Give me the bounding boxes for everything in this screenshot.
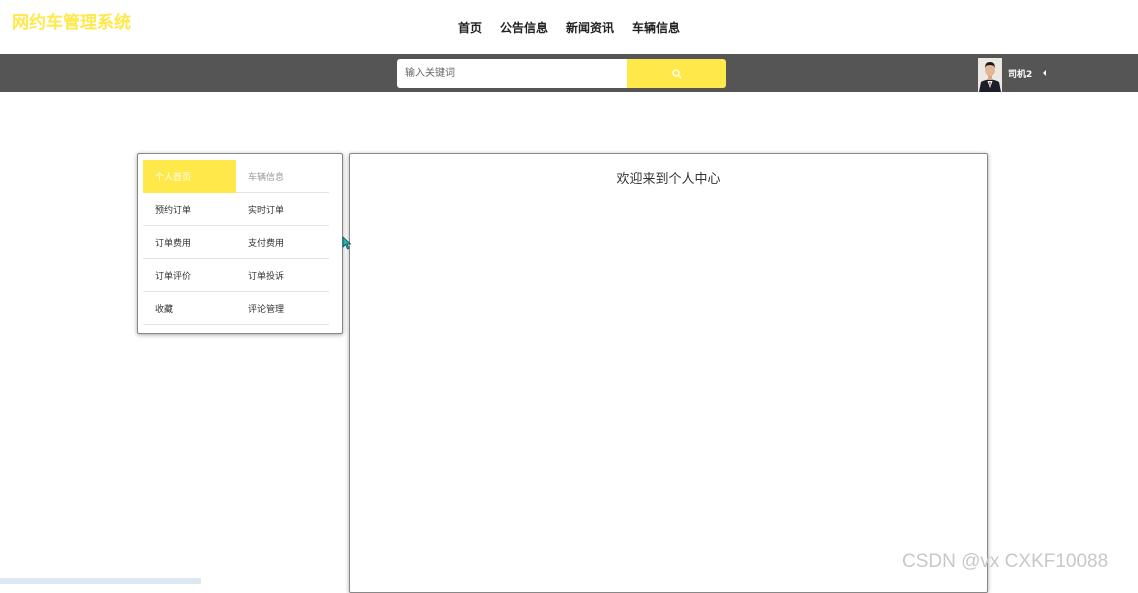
- search-button[interactable]: [627, 59, 726, 88]
- avatar-image: [978, 58, 1002, 92]
- nav-vehicles[interactable]: 车辆信息: [632, 19, 680, 36]
- search-input[interactable]: [397, 59, 627, 88]
- menu-item-payment-fees[interactable]: 支付费用: [236, 226, 329, 259]
- search-icon: [671, 68, 681, 78]
- menu-item-order-reviews[interactable]: 订单评价: [143, 259, 236, 292]
- menu-item-vehicle-info[interactable]: 车辆信息: [236, 160, 329, 193]
- menu-item-order-fees[interactable]: 订单费用: [143, 226, 236, 259]
- watermark: CSDN @vx CXKF10088: [902, 551, 1109, 572]
- nav-home[interactable]: 首页: [458, 19, 482, 36]
- brand-title[interactable]: 网约车管理系统: [12, 8, 131, 33]
- menu-item-order-complaints[interactable]: 订单投诉: [236, 259, 329, 292]
- nav-news[interactable]: 新闻资讯: [566, 19, 614, 36]
- avatar[interactable]: [978, 58, 1002, 92]
- nav-announcements[interactable]: 公告信息: [500, 19, 548, 36]
- username[interactable]: 司机2: [1008, 67, 1032, 80]
- mouse-cursor-icon: [342, 236, 352, 250]
- top-nav: 首页 公告信息 新闻资讯 车辆信息: [0, 0, 1138, 54]
- side-menu: 个人首页 车辆信息 预约订单 实时订单 订单费用 支付费用 订单评价 订单投诉 …: [137, 153, 343, 334]
- caret-left-icon[interactable]: [1043, 70, 1046, 76]
- menu-item-profile-home[interactable]: 个人首页: [143, 160, 236, 193]
- content-panel: 欢迎来到个人中心: [349, 153, 988, 593]
- welcome-title: 欢迎来到个人中心: [616, 172, 721, 187]
- menu-item-favorites[interactable]: 收藏: [143, 292, 236, 325]
- menu-item-comment-management[interactable]: 评论管理: [236, 292, 329, 325]
- bottom-strip: [0, 578, 201, 584]
- menu-item-reservation-orders[interactable]: 预约订单: [143, 193, 236, 226]
- menu-item-realtime-orders[interactable]: 实时订单: [236, 193, 329, 226]
